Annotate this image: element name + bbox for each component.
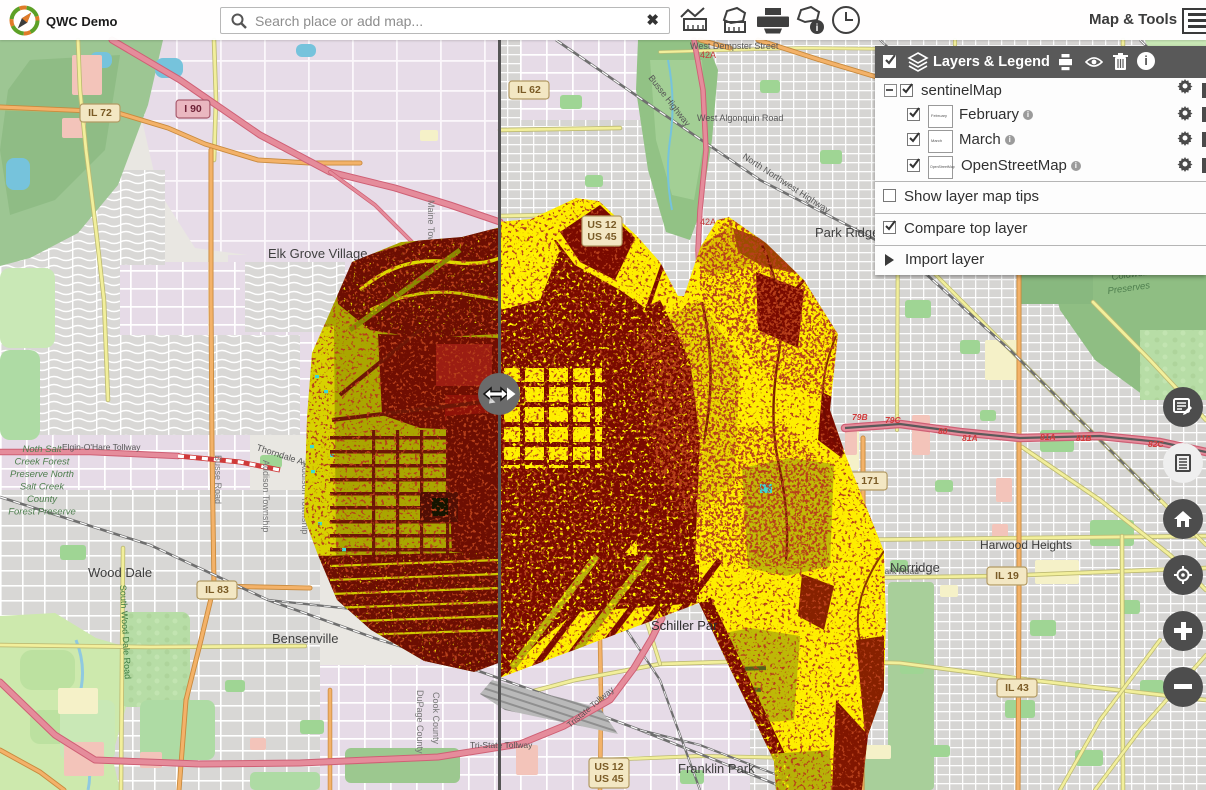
- svg-text:Cook County: Cook County: [431, 692, 441, 745]
- svg-text:80: 80: [938, 426, 948, 436]
- svg-text:DuPage County: DuPage County: [415, 690, 425, 754]
- svg-text:82C: 82C: [1148, 439, 1164, 449]
- svg-text:County: County: [27, 494, 58, 505]
- svg-text:Elgin-O'Hare Tollway: Elgin-O'Hare Tollway: [62, 442, 141, 452]
- svg-text:IL 43: IL 43: [1005, 682, 1029, 694]
- svg-text:81B: 81B: [1076, 433, 1092, 443]
- svg-text:US 12: US 12: [594, 761, 623, 773]
- svg-text:42A: 42A: [700, 217, 716, 227]
- svg-text:42A: 42A: [700, 50, 716, 60]
- svg-text:IL 72: IL 72: [88, 107, 112, 119]
- svg-text:Addison Township: Addison Township: [261, 460, 271, 532]
- svg-text:79B: 79B: [852, 412, 868, 422]
- svg-text:US 45: US 45: [594, 773, 623, 785]
- svg-text:81A: 81A: [962, 433, 978, 443]
- svg-text:Busse Road: Busse Road: [213, 455, 223, 504]
- svg-text:i: i: [816, 23, 819, 34]
- svg-text:Bensenville: Bensenville: [272, 631, 339, 646]
- svg-text:Elk Grove Village: Elk Grove Village: [268, 246, 367, 261]
- svg-text:IL 62: IL 62: [517, 84, 541, 96]
- svg-text:Tri-State Tollway: Tri-State Tollway: [470, 740, 533, 750]
- svg-text:Schiller Par: Schiller Par: [651, 618, 718, 633]
- svg-text:79C: 79C: [885, 415, 901, 425]
- svg-text:I 90: I 90: [184, 103, 202, 115]
- svg-text:US 45: US 45: [587, 231, 616, 243]
- svg-text:IL 83: IL 83: [205, 584, 229, 596]
- svg-text:Franklin Park: Franklin Park: [678, 761, 755, 776]
- svg-text:Forest Preserve: Forest Preserve: [8, 507, 76, 518]
- svg-text:IL 19: IL 19: [995, 570, 1019, 582]
- svg-text:81A: 81A: [1040, 432, 1056, 442]
- svg-text:US 12: US 12: [587, 219, 616, 231]
- svg-text:Salt Creek: Salt Creek: [20, 482, 66, 493]
- svg-text:Park Ridge: Park Ridge: [815, 225, 879, 240]
- svg-text:Noth Salt: Noth Salt: [22, 444, 61, 455]
- svg-text:Preserve North: Preserve North: [10, 469, 74, 480]
- svg-text:Harwood Heights: Harwood Heights: [980, 538, 1072, 552]
- svg-text:West Algonquin Road: West Algonquin Road: [697, 113, 783, 123]
- svg-text:Wood Dale: Wood Dale: [88, 565, 152, 580]
- svg-text:Creek Forest: Creek Forest: [15, 457, 70, 468]
